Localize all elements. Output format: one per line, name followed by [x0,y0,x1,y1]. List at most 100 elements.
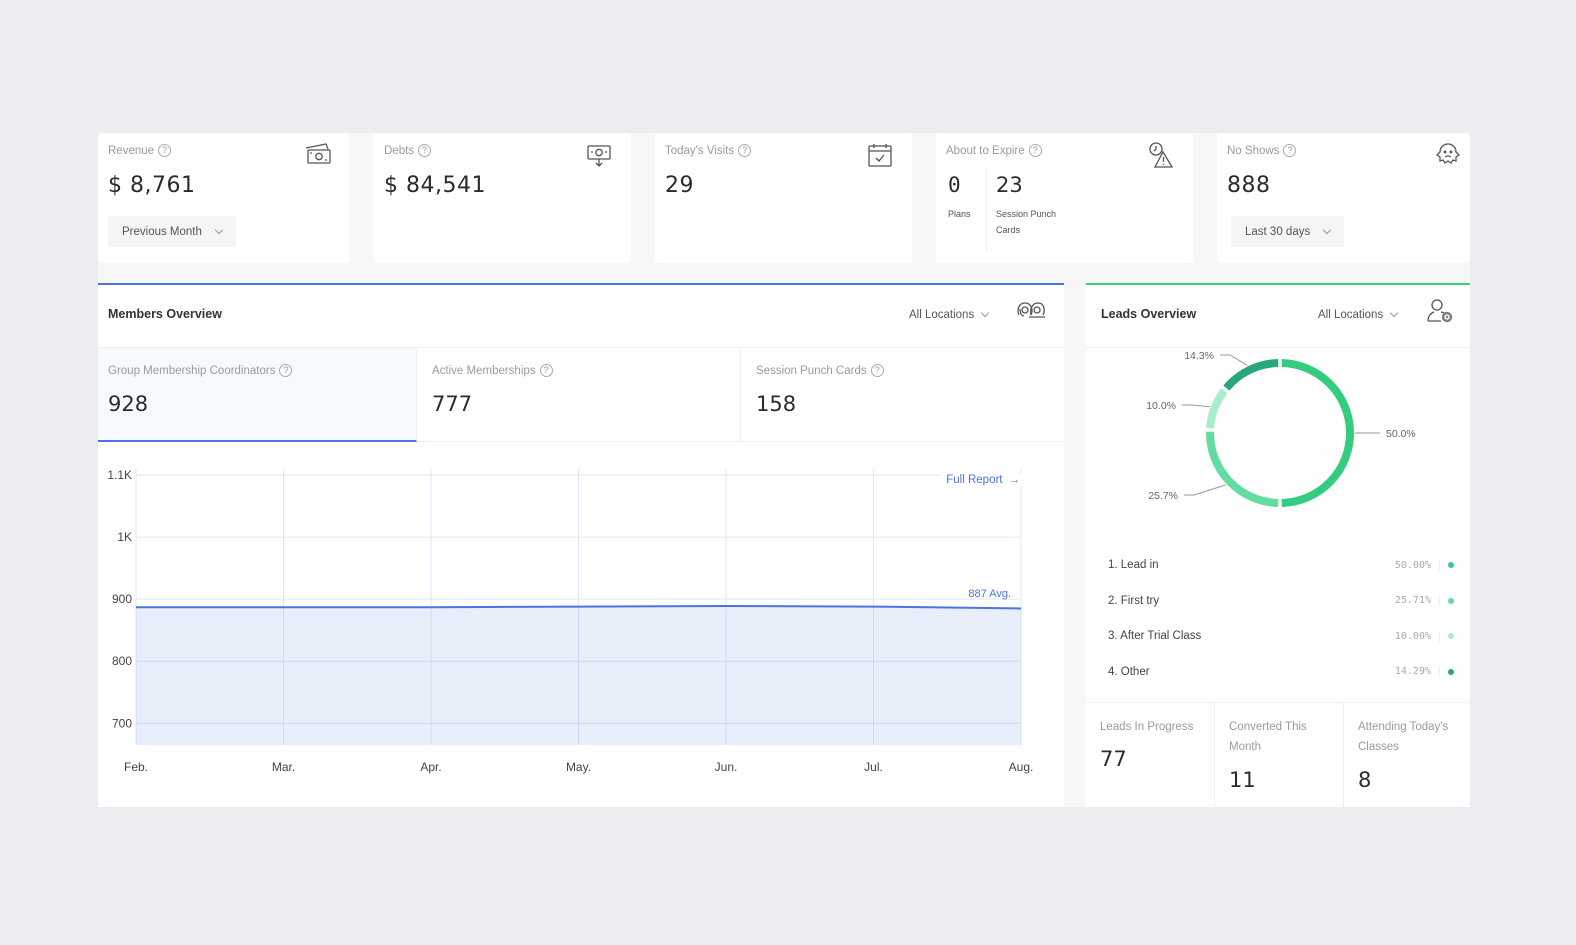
full-report-link[interactable]: Full Report → [942,474,1024,486]
legend-label: 2. First try [1108,594,1160,607]
leads-location-dropdown[interactable]: All Locations [1318,308,1399,321]
donut-slice [1223,359,1279,391]
debts-title-text: Debts [384,144,415,157]
expire-title: About to Expire? [946,144,1042,157]
legend-item[interactable]: 1. Lead in 50.00% [1108,555,1454,575]
members-header: Members Overview All Locations [98,285,1064,348]
lead-stat-value: 8 [1358,768,1372,792]
debts-card: Debts? $ 84,541 [374,133,631,263]
donut-slice [1206,388,1228,429]
legend-item[interactable]: 3. After Trial Class 10.00% [1108,626,1454,646]
lead-stat-title-line: Month [1229,741,1261,753]
lead-stat-title-line: Attending Today's [1358,721,1449,733]
legend-label: 1. Lead in [1108,559,1159,571]
chevron-down-icon [1389,308,1399,318]
expire-card: About to Expire? 0 Plans 23 Session Punc… [936,133,1193,263]
x-tick-label: Jun. [715,760,738,774]
debts-title: Debts? [384,144,432,157]
expire-plans-label: Plans [948,209,971,219]
help-icon[interactable]: ? [1283,144,1297,157]
members-overview-panel: Members Overview All Locations Group Mem… [98,283,1064,807]
money-down-icon [587,145,611,167]
leads-title: Leads Overview [1101,307,1197,321]
lead-stats: Leads In Progress 77 Converted This Month… [1086,702,1470,808]
donut-slice [1206,431,1279,507]
kpi-tab-group-membership[interactable]: Group Membership Coordinators? 928 [98,348,417,442]
kpi-tab-session-punch-cards[interactable]: Session Punch Cards? 158 [741,348,1064,442]
expire-title-text: About to Expire [946,144,1025,157]
help-icon[interactable]: ? [738,144,752,157]
donut-data-label: 25.7% [1148,490,1178,502]
lead-stat-value: 11 [1229,768,1256,792]
revenue-title-text: Revenue [108,144,155,157]
legend-dot [1448,562,1454,568]
avg-label: 887 Avg. [968,588,1011,600]
visits-card: Today's Visits? 29 [655,133,912,263]
kpi-title-text: Active Memberships [432,364,536,377]
y-tick-label: 900 [112,592,132,606]
leads-header: Leads Overview All Locations [1086,285,1470,348]
noshows-title: No Shows? [1227,144,1297,157]
debts-value: $ 84,541 [384,173,486,198]
lead-stat-converted: Converted This Month 11 [1215,703,1344,808]
divider [986,169,987,251]
donut-data-label: 10.0% [1146,400,1176,412]
help-icon[interactable]: ? [1028,144,1042,157]
revenue-period-dropdown[interactable]: Previous Month [108,216,236,247]
members-line-chart: 700 800 900 1K 1.1K Feb. Mar. Apr. May. Jun. Jul. A… [107,468,1034,774]
legend-pct: 10.00% [1395,630,1440,642]
donut-slice [1281,359,1354,507]
chevron-down-icon [214,225,224,234]
location-label: All Locations [1318,309,1384,321]
noshows-period-dropdown[interactable]: Last 30 days [1231,216,1345,247]
kpi-title: Session Punch Cards? [756,364,884,377]
kpi-title: Active Memberships? [432,364,553,377]
visits-title-text: Today's Visits [665,144,735,157]
lead-stat-in-progress: Leads In Progress 77 [1086,703,1215,808]
expire-plans-value: 0 [948,173,961,197]
location-label: All Locations [909,309,975,321]
x-tick-label: Mar. [272,760,295,774]
leads-donut-chart: 50.0% 25.7% 10.0% 14.3% [1146,350,1416,507]
lead-stat-attending: Attending Today's Classes 8 [1344,703,1470,808]
expire-cards-label-2: Cards [996,225,1021,235]
legend-item[interactable]: 4. Other 14.29% [1108,662,1454,682]
dropdown-label: Last 30 days [1245,225,1311,238]
help-icon[interactable]: ? [870,364,884,377]
help-icon[interactable]: ? [539,364,553,377]
members-location-dropdown[interactable]: All Locations [909,308,990,321]
help-icon[interactable]: ? [279,364,293,377]
noshows-card: No Shows? 888 Last 30 days [1217,133,1470,263]
members-group-icon [1017,302,1045,318]
area-fill [136,605,1021,745]
legend-dot [1448,633,1454,639]
donut-leader-line [1184,484,1226,496]
donut-leader-line [1220,354,1248,366]
lead-stat-title-line: Leads In Progress [1100,721,1194,733]
kpi-title-text: Group Membership Coordinators [108,364,276,377]
y-tick-label: 1K [117,530,132,544]
y-tick-label: 1.1K [107,468,132,482]
visits-value: 29 [665,173,694,198]
revenue-card: Revenue? $ 8,761 Previous Month [98,133,350,263]
noshows-value: 888 [1227,173,1271,198]
help-icon[interactable]: ? [418,144,432,157]
revenue-title: Revenue? [108,144,172,157]
legend-item[interactable]: 2. First try 25.71% [1108,591,1454,611]
x-tick-label: May. [566,760,591,774]
donut-data-label: 50.0% [1386,428,1416,440]
legend-label: 4. Other [1108,665,1150,678]
help-icon[interactable]: ? [158,144,172,157]
kpi-tab-active-memberships[interactable]: Active Memberships? 777 [417,348,741,442]
chevron-down-icon [980,308,990,318]
donut-leader-line [1182,404,1210,408]
y-tick-label: 800 [112,654,132,668]
legend-pct: 14.29% [1395,666,1440,677]
x-tick-label: Aug. [1009,760,1034,774]
lead-stat-title-line: Classes [1358,741,1399,753]
legend-dot [1448,597,1454,604]
x-tick-label: Jul. [864,760,883,774]
dashboard: Revenue? $ 8,761 Previous Month Debts? $… [98,133,1470,808]
lead-stat-title: Converted This Month [1229,717,1307,757]
legend-pct: 25.71% [1395,595,1440,606]
